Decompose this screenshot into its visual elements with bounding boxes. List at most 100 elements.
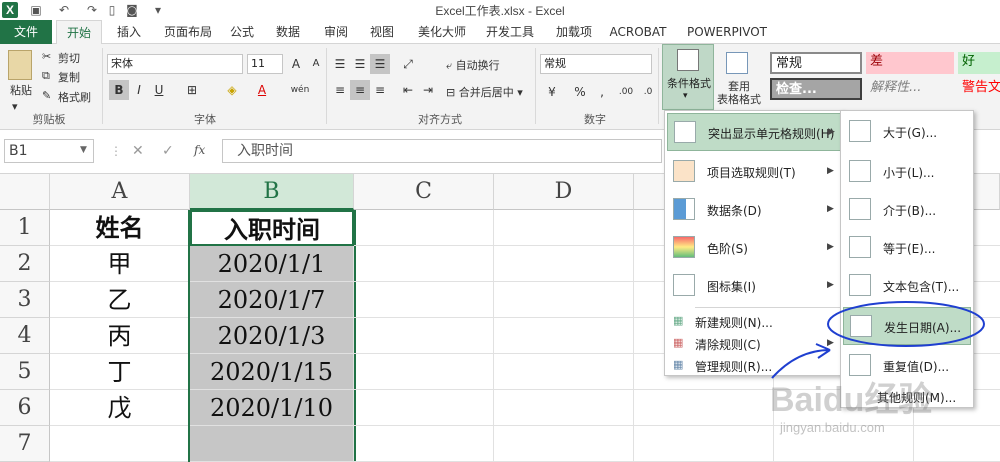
align-center-icon[interactable]: ≡	[350, 80, 370, 100]
tab-powerpivot[interactable]: POWERPIVOT	[684, 20, 770, 44]
row-header[interactable]: 6	[0, 390, 50, 426]
save-icon[interactable]: ▣	[28, 2, 44, 18]
border-icon[interactable]: ⊞	[182, 80, 202, 100]
menu-item-color-scales[interactable]: 色阶(S) ▶	[667, 229, 841, 267]
format-painter-icon[interactable]: ✎	[42, 89, 51, 102]
table-cell[interactable]: 丙	[50, 318, 190, 354]
menu-item-top-bottom-rules[interactable]: 项目选取规则(T) ▶	[667, 153, 841, 191]
style-bad[interactable]: 差	[866, 52, 954, 74]
paste-button[interactable]: 粘贴	[10, 82, 32, 98]
copy-button[interactable]: 复制	[58, 69, 80, 85]
copy-icon[interactable]: ⧉	[42, 69, 50, 83]
table-cell[interactable]: 丁	[50, 354, 190, 390]
formula-input[interactable]: 入职时间	[222, 139, 662, 163]
title-bar: X ▣ ↶ ↷ ▯ ◙ ▾ Excel工作表.xlsx - Excel	[0, 0, 1000, 20]
tab-meihua[interactable]: 美化大师	[414, 20, 470, 44]
tab-acrobat[interactable]: ACROBAT	[606, 20, 670, 44]
tab-page-layout[interactable]: 页面布局	[158, 20, 218, 44]
table-header-name[interactable]: 姓名	[50, 210, 190, 246]
redo-icon[interactable]: ↷	[84, 2, 100, 18]
bold-button[interactable]: B	[109, 80, 129, 100]
row-header[interactable]: 7	[0, 426, 50, 462]
tab-addins[interactable]: 加载项	[550, 20, 598, 44]
tab-insert[interactable]: 插入	[110, 20, 148, 44]
column-header-b[interactable]: B	[190, 174, 354, 210]
font-color-button[interactable]: A	[252, 80, 272, 100]
table-cell[interactable]: 乙	[50, 282, 190, 318]
submenu-equal-to[interactable]: 等于(E)...	[843, 229, 971, 267]
new-icon[interactable]: ▯	[104, 2, 120, 18]
phonetic-button[interactable]: wén	[290, 80, 310, 100]
insert-function-button[interactable]: fx	[194, 143, 205, 157]
submenu-less-than[interactable]: 小于(L)...	[843, 153, 971, 191]
percent-button[interactable]: %	[570, 82, 590, 102]
submenu-greater-than[interactable]: 大于(G)...	[843, 113, 971, 151]
menu-item-highlight-rules[interactable]: 突出显示单元格规则(H) ▶	[667, 113, 841, 151]
style-explanatory[interactable]: 解释性...	[866, 78, 954, 100]
chevron-down-icon[interactable]: ▾	[12, 100, 18, 113]
undo-icon[interactable]: ↶	[56, 2, 72, 18]
table-cell[interactable]: 甲	[50, 246, 190, 282]
align-bottom-icon[interactable]: ☰	[370, 54, 390, 74]
tab-file[interactable]: 文件	[0, 20, 52, 44]
column-header-c[interactable]: C	[354, 174, 494, 210]
column-header-d[interactable]: D	[494, 174, 634, 210]
paste-icon[interactable]	[8, 50, 32, 80]
font-name-select[interactable]: 宋体	[107, 54, 243, 74]
table-cell[interactable]	[50, 426, 190, 462]
tab-formulas[interactable]: 公式	[224, 20, 260, 44]
wrap-text-button[interactable]: ⤶ 自动换行	[446, 57, 500, 73]
fill-color-icon[interactable]: ◈	[222, 80, 242, 100]
format-as-table-icon[interactable]	[726, 52, 748, 74]
align-top-icon[interactable]: ☰	[330, 54, 350, 74]
number-format-select[interactable]: 常规	[540, 54, 652, 74]
align-middle-icon[interactable]: ☰	[350, 54, 370, 74]
table-cell[interactable]: 戊	[50, 390, 190, 426]
currency-icon[interactable]: ¥	[542, 82, 562, 102]
row-header[interactable]: 5	[0, 354, 50, 390]
align-left-icon[interactable]: ≡	[330, 80, 350, 100]
font-size-select[interactable]: 11	[247, 54, 283, 74]
color-scales-icon	[673, 236, 695, 258]
row-header[interactable]: 3	[0, 282, 50, 318]
tab-home[interactable]: 开始	[56, 20, 102, 45]
cut-icon[interactable]: ✂	[42, 50, 51, 63]
camera-icon[interactable]: ◙	[124, 2, 140, 18]
row-header[interactable]: 4	[0, 318, 50, 354]
grow-font-button[interactable]: A	[286, 54, 306, 74]
style-warning[interactable]: 警告文	[958, 78, 1000, 100]
style-check[interactable]: 检查...	[770, 78, 862, 100]
tab-developer[interactable]: 开发工具	[482, 20, 538, 44]
decrease-decimal-button[interactable]: .0	[638, 82, 658, 102]
underline-button[interactable]: U	[149, 80, 169, 100]
row-header[interactable]: 1	[0, 210, 50, 246]
customize-qat-icon[interactable]: ▾	[150, 2, 166, 18]
format-painter-button[interactable]: 格式刷	[58, 89, 91, 105]
shrink-font-button[interactable]: A	[306, 54, 326, 74]
conditional-formatting-button[interactable]: 条件格式 ▾	[662, 44, 714, 110]
cancel-icon[interactable]: ✕	[132, 143, 144, 159]
row-header[interactable]: 2	[0, 246, 50, 282]
select-all-corner[interactable]	[0, 174, 50, 210]
decrease-indent-icon[interactable]: ⇤	[398, 80, 418, 100]
format-as-table-button[interactable]: 套用 表格格式	[714, 80, 764, 106]
style-normal[interactable]: 常规	[770, 52, 862, 74]
submenu-between[interactable]: 介于(B)...	[843, 191, 971, 229]
tab-review[interactable]: 审阅	[318, 20, 354, 44]
tab-view[interactable]: 视图	[364, 20, 400, 44]
menu-item-label: 文本包含(T)...	[883, 280, 960, 294]
comma-button[interactable]: ,	[592, 82, 612, 102]
column-header-a[interactable]: A	[50, 174, 190, 210]
cut-button[interactable]: 剪切	[58, 50, 80, 66]
enter-icon[interactable]: ✓	[162, 143, 174, 159]
chevron-down-icon[interactable]: ▼	[80, 145, 87, 155]
increase-decimal-button[interactable]: .00	[616, 82, 636, 102]
merge-center-button[interactable]: ⊟ 合并后居中 ▾	[446, 84, 523, 100]
increase-indent-icon[interactable]: ⇥	[418, 80, 438, 100]
orientation-icon[interactable]: ⤢	[398, 54, 418, 74]
style-good[interactable]: 好	[958, 52, 1000, 74]
menu-item-data-bars[interactable]: 数据条(D) ▶	[667, 191, 841, 229]
tab-data[interactable]: 数据	[270, 20, 306, 44]
italic-button[interactable]: I	[129, 80, 149, 100]
align-right-icon[interactable]: ≡	[370, 80, 390, 100]
